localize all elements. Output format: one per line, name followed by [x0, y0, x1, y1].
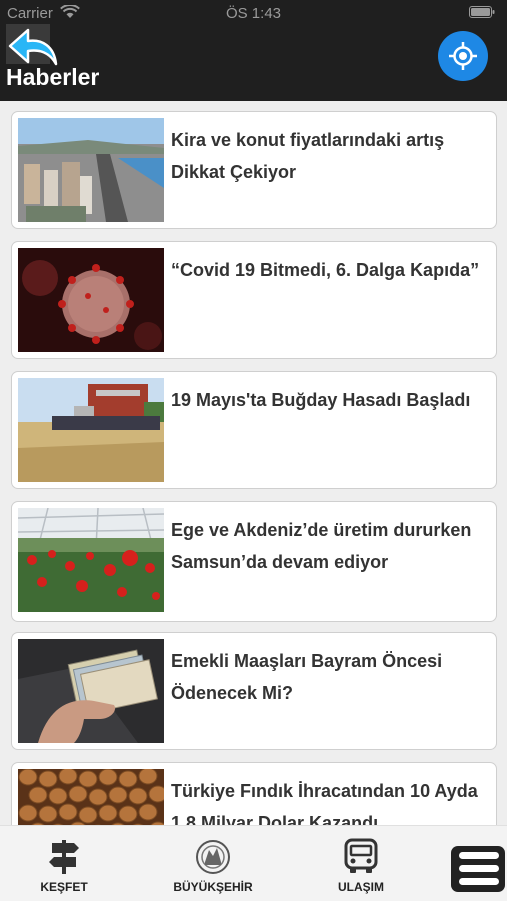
news-card[interactable]: Ege ve Akdeniz’de üretim dururken Samsun… — [11, 501, 497, 622]
location-target-icon — [449, 42, 477, 70]
tab-buyuksehir[interactable]: BÜYÜKŞEHİR — [160, 826, 266, 901]
hamburger-menu-icon — [459, 852, 499, 885]
back-button[interactable] — [4, 22, 62, 68]
tab-label: BÜYÜKŞEHİR — [173, 880, 253, 894]
news-card[interactable]: Emekli Maaşları Bayram Öncesi Ödenecek M… — [11, 632, 497, 750]
news-thumbnail — [18, 508, 164, 612]
tab-ulasim[interactable]: ULAŞIM — [313, 826, 409, 901]
news-card[interactable]: Kira ve konut fiyatlarındaki artış Dikka… — [11, 111, 497, 229]
news-title: Ege ve Akdeniz’de üretim dururken Samsun… — [171, 520, 472, 572]
tab-label: ULAŞIM — [338, 880, 384, 894]
news-list[interactable]: Kira ve konut fiyatlarındaki artış Dikka… — [0, 101, 507, 825]
municipality-emblem-icon — [196, 840, 230, 874]
news-thumbnail — [18, 639, 164, 743]
status-time: ÖS 1:43 — [225, 5, 282, 22]
menu-button[interactable] — [451, 846, 505, 892]
back-arrow-icon — [6, 24, 58, 66]
news-thumbnail — [18, 248, 164, 352]
bus-icon — [344, 838, 378, 873]
location-button[interactable] — [438, 31, 488, 81]
app-header: Carrier ÖS 1:43 Haberler — [0, 0, 507, 101]
bottom-tab-bar: KEŞFET BÜYÜKŞEHİR ULAŞIM — [0, 825, 507, 901]
tab-kesfet[interactable]: KEŞFET — [14, 826, 114, 901]
news-title: 19 Mayıs'ta Buğday Hasadı Başladı — [171, 390, 471, 410]
tab-label: KEŞFET — [40, 880, 88, 894]
news-thumbnail — [18, 769, 164, 825]
news-title: Kira ve konut fiyatlarındaki artış Dikka… — [171, 130, 445, 182]
battery-icon — [469, 6, 495, 18]
news-thumbnail — [18, 378, 164, 482]
news-thumbnail — [18, 118, 164, 222]
status-bar: Carrier ÖS 1:43 — [0, 0, 507, 26]
signpost-icon — [49, 840, 79, 874]
news-card[interactable]: 19 Mayıs'ta Buğday Hasadı Başladı — [11, 371, 497, 489]
news-card[interactable]: “Covid 19 Bitmedi, 6. Dalga Kapıda” — [11, 241, 497, 359]
news-title: Türkiye Fındık İhracatından 10 Ayda 1,8 … — [171, 781, 478, 825]
news-title: “Covid 19 Bitmedi, 6. Dalga Kapıda” — [171, 260, 480, 280]
news-card[interactable]: Türkiye Fındık İhracatından 10 Ayda 1,8 … — [11, 762, 497, 825]
page-title: Haberler — [6, 64, 100, 90]
news-title: Emekli Maaşları Bayram Öncesi Ödenecek M… — [171, 651, 443, 703]
